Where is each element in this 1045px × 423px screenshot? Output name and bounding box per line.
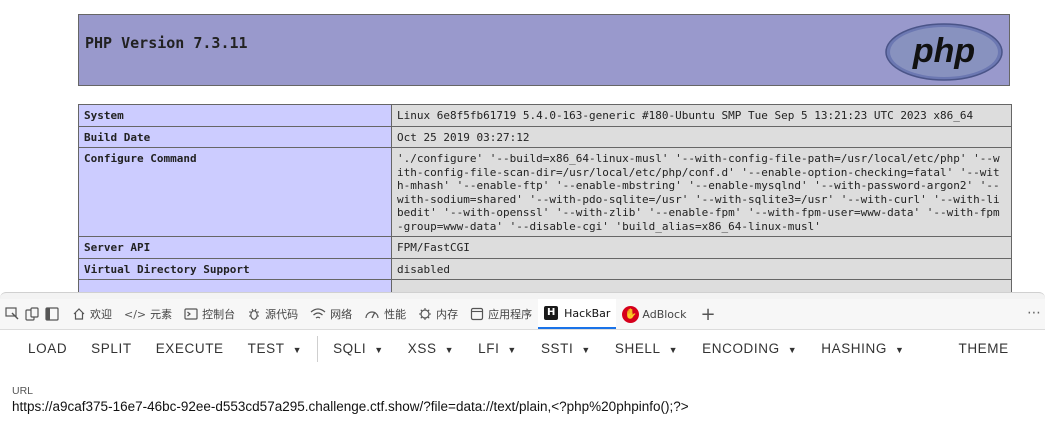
devtools-panel: 欢迎 </> 元素 控制台 源代码 网络 性能 内存 应用程序 H HackBa… bbox=[0, 292, 1045, 423]
tab-label: 控制台 bbox=[202, 308, 236, 321]
tab-application[interactable]: 应用程序 bbox=[464, 299, 538, 329]
devtools-tab-bar: 欢迎 </> 元素 控制台 源代码 网络 性能 内存 应用程序 H HackBa… bbox=[0, 299, 1045, 330]
caret-down-icon: ▼ bbox=[581, 345, 591, 355]
tab-sources[interactable]: 源代码 bbox=[241, 299, 304, 329]
caret-down-icon: ▼ bbox=[507, 345, 517, 355]
tab-console[interactable]: 控制台 bbox=[178, 299, 241, 329]
hackbar-toolbar: LOAD SPLIT EXECUTE TEST ▼ SQLI ▼ XSS ▼ LFI ▼… bbox=[0, 330, 1045, 368]
caret-down-icon: ▼ bbox=[787, 345, 798, 355]
application-icon bbox=[471, 307, 484, 321]
tab-label: 内存 bbox=[436, 308, 459, 321]
bug-icon bbox=[249, 308, 260, 320]
row-value: disabled bbox=[391, 257, 1012, 280]
inspect-element-icon[interactable] bbox=[4, 306, 20, 322]
row-key bbox=[78, 279, 392, 292]
tab-label: 性能 bbox=[384, 308, 407, 321]
url-input[interactable]: https://a9caf375-16e7-46bc-92ee-d553cd57… bbox=[12, 399, 689, 414]
dock-side-icon[interactable] bbox=[44, 306, 60, 322]
ssti-label: SSTI bbox=[540, 341, 574, 356]
tab-label: 源代码 bbox=[265, 308, 299, 321]
sqli-label: SQLI bbox=[333, 341, 367, 356]
xss-label: XSS bbox=[407, 341, 437, 356]
table-row: Server API FPM/FastCGI bbox=[78, 236, 1012, 259]
tab-label: 欢迎 bbox=[90, 308, 112, 321]
table-row: Configure Command './configure' '--build… bbox=[78, 147, 1012, 237]
row-key: System bbox=[78, 104, 392, 127]
phpinfo-page: PHP Version 7.3.11 php System Linux 6e8f… bbox=[0, 0, 1045, 292]
php-logo: php bbox=[885, 23, 1003, 81]
tab-label: 元素 bbox=[150, 308, 173, 321]
tab-network[interactable]: 网络 bbox=[304, 299, 358, 329]
ssti-menu-button[interactable]: SSTI ▼ bbox=[529, 330, 603, 368]
sqli-menu-button[interactable]: SQLI ▼ bbox=[321, 330, 396, 368]
performance-icon bbox=[365, 311, 379, 319]
encoding-label: ENCODING bbox=[702, 341, 780, 356]
row-key: Build Date bbox=[78, 125, 392, 148]
tab-memory[interactable]: 内存 bbox=[412, 299, 464, 329]
table-row: Build Date Oct 25 2019 03:27:12 bbox=[78, 125, 1012, 148]
tab-label: AdBlock bbox=[642, 307, 687, 321]
table-row: Virtual Directory Support disabled bbox=[78, 257, 1012, 280]
memory-icon bbox=[419, 308, 432, 320]
row-key: Virtual Directory Support bbox=[78, 257, 392, 280]
execute-button[interactable]: EXECUTE bbox=[144, 330, 236, 368]
tab-performance[interactable]: 性能 bbox=[358, 299, 412, 329]
xss-menu-button[interactable]: XSS ▼ bbox=[396, 330, 466, 368]
row-value: FPM/FastCGI bbox=[391, 236, 1012, 259]
wifi-icon bbox=[310, 308, 326, 319]
tab-elements[interactable]: </> 元素 bbox=[118, 299, 178, 329]
table-row: System Linux 6e8f5fb61719 5.4.0-163-gene… bbox=[78, 104, 1012, 127]
hashing-menu-button[interactable]: HASHING ▼ bbox=[809, 330, 916, 368]
row-value: './configure' '--build=x86_64-linux-musl… bbox=[391, 147, 1012, 237]
caret-down-icon: ▼ bbox=[668, 345, 679, 355]
php-version-header: PHP Version 7.3.11 php bbox=[78, 14, 1010, 86]
tab-label: 网络 bbox=[330, 308, 353, 321]
code-icon: </> bbox=[124, 307, 147, 321]
tab-label: 应用程序 bbox=[488, 308, 533, 321]
shell-label: SHELL bbox=[614, 341, 661, 356]
split-button[interactable]: SPLIT bbox=[79, 330, 144, 368]
tab-label: HackBar bbox=[564, 306, 611, 320]
caret-down-icon: ▼ bbox=[292, 345, 303, 355]
console-icon bbox=[184, 308, 198, 320]
caret-down-icon: ▼ bbox=[374, 345, 384, 355]
php-version-title: PHP Version 7.3.11 bbox=[85, 34, 248, 52]
row-value bbox=[391, 279, 1012, 292]
encoding-menu-button[interactable]: ENCODING ▼ bbox=[690, 330, 809, 368]
lfi-menu-button[interactable]: LFI ▼ bbox=[466, 330, 529, 368]
test-label: TEST bbox=[247, 341, 285, 356]
add-tab-button[interactable]: + bbox=[700, 304, 715, 325]
tab-welcome[interactable]: 欢迎 bbox=[66, 299, 118, 329]
row-value: Oct 25 2019 03:27:12 bbox=[391, 125, 1012, 148]
load-button[interactable]: LOAD bbox=[0, 330, 79, 368]
test-menu-button[interactable]: TEST ▼ bbox=[236, 330, 314, 368]
phpinfo-table: System Linux 6e8f5fb61719 5.4.0-163-gene… bbox=[78, 104, 1012, 292]
shell-menu-button[interactable]: SHELL ▼ bbox=[603, 330, 690, 368]
row-value: Linux 6e8f5fb61719 5.4.0-163-generic #18… bbox=[391, 104, 1012, 127]
php-logo-text: php bbox=[912, 32, 975, 70]
url-field-label: URL bbox=[12, 385, 34, 397]
lfi-label: LFI bbox=[478, 341, 500, 356]
table-row bbox=[78, 279, 1012, 292]
more-options-icon[interactable]: ⋯ bbox=[1027, 305, 1041, 321]
row-key: Server API bbox=[78, 236, 392, 259]
hashing-label: HASHING bbox=[821, 341, 887, 356]
home-icon bbox=[73, 308, 85, 320]
device-emulation-icon[interactable] bbox=[24, 306, 40, 322]
adblock-icon: ✋ bbox=[622, 305, 640, 323]
hackbar-icon: H bbox=[544, 306, 559, 320]
caret-down-icon: ▼ bbox=[894, 345, 905, 355]
toolbar-divider bbox=[317, 336, 319, 362]
theme-menu-button[interactable]: THEME bbox=[916, 330, 1020, 368]
tab-hackbar[interactable]: H HackBar bbox=[538, 299, 617, 329]
devtools-resize-handle[interactable] bbox=[0, 292, 1045, 299]
row-key: Configure Command bbox=[78, 147, 392, 237]
caret-down-icon: ▼ bbox=[444, 345, 455, 355]
tab-adblock[interactable]: ✋ AdBlock bbox=[616, 299, 692, 329]
